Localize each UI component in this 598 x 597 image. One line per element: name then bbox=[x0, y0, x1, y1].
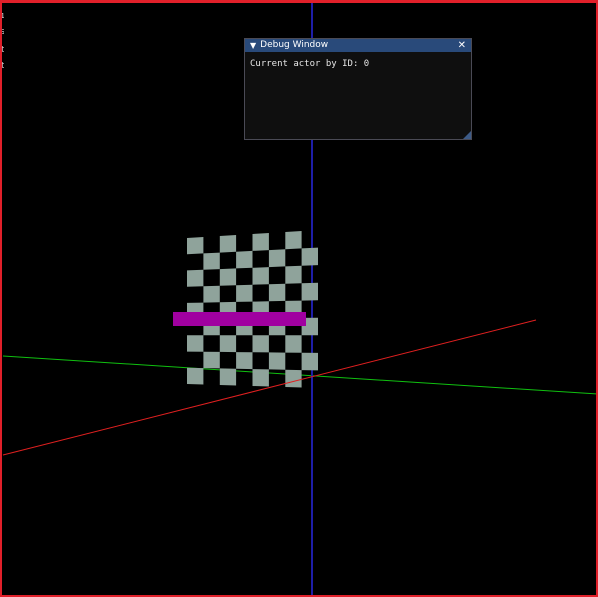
resize-grip-icon[interactable] bbox=[463, 131, 471, 139]
checker-tile bbox=[252, 369, 269, 387]
x-axis-line bbox=[2, 319, 537, 456]
debug-window-titlebar[interactable]: ▼ Debug Window ✕ bbox=[245, 39, 471, 52]
checker-tile bbox=[285, 265, 302, 284]
checker-tile bbox=[219, 235, 237, 253]
current-actor-text: Current actor by ID: 0 bbox=[250, 59, 370, 69]
debug-window-title: Debug Window bbox=[260, 40, 329, 50]
checker-tile bbox=[252, 233, 269, 251]
checker-tile bbox=[187, 269, 204, 287]
checker-tile bbox=[268, 249, 286, 268]
checker-tile bbox=[268, 283, 286, 302]
checker-tile bbox=[301, 247, 318, 266]
collapse-triangle-icon[interactable]: ▼ bbox=[250, 39, 256, 52]
checker-tile bbox=[187, 367, 204, 385]
window-left-border bbox=[0, 0, 2, 597]
checker-tile bbox=[285, 335, 302, 353]
checker-tile bbox=[187, 335, 204, 352]
checker-tile bbox=[219, 335, 237, 353]
checker-tile bbox=[203, 351, 220, 369]
debug-window[interactable]: ▼ Debug Window ✕ Current actor by ID: 0 bbox=[244, 38, 472, 140]
checkerboard-plane[interactable] bbox=[187, 231, 318, 388]
checker-tile bbox=[285, 369, 302, 388]
checker-tile bbox=[219, 368, 237, 386]
3d-viewport[interactable]: i s t t ▼ Debug Window ✕ Current actor b… bbox=[0, 0, 598, 597]
checker-tile bbox=[203, 252, 220, 270]
checker-tile bbox=[236, 284, 253, 302]
checker-tile bbox=[268, 352, 286, 370]
checker-tile bbox=[252, 267, 269, 285]
checker-tile bbox=[301, 352, 318, 371]
checker-tile bbox=[285, 231, 302, 250]
close-icon[interactable]: ✕ bbox=[458, 39, 466, 52]
window-top-border bbox=[0, 0, 598, 3]
checker-tile bbox=[236, 352, 253, 370]
checker-tile bbox=[203, 285, 220, 303]
selected-actor-bar[interactable] bbox=[173, 312, 306, 326]
checker-tile bbox=[236, 250, 253, 269]
checker-tile bbox=[187, 237, 204, 255]
checker-tile bbox=[252, 335, 269, 353]
checker-tile bbox=[219, 268, 237, 286]
checker-tile bbox=[301, 282, 318, 301]
